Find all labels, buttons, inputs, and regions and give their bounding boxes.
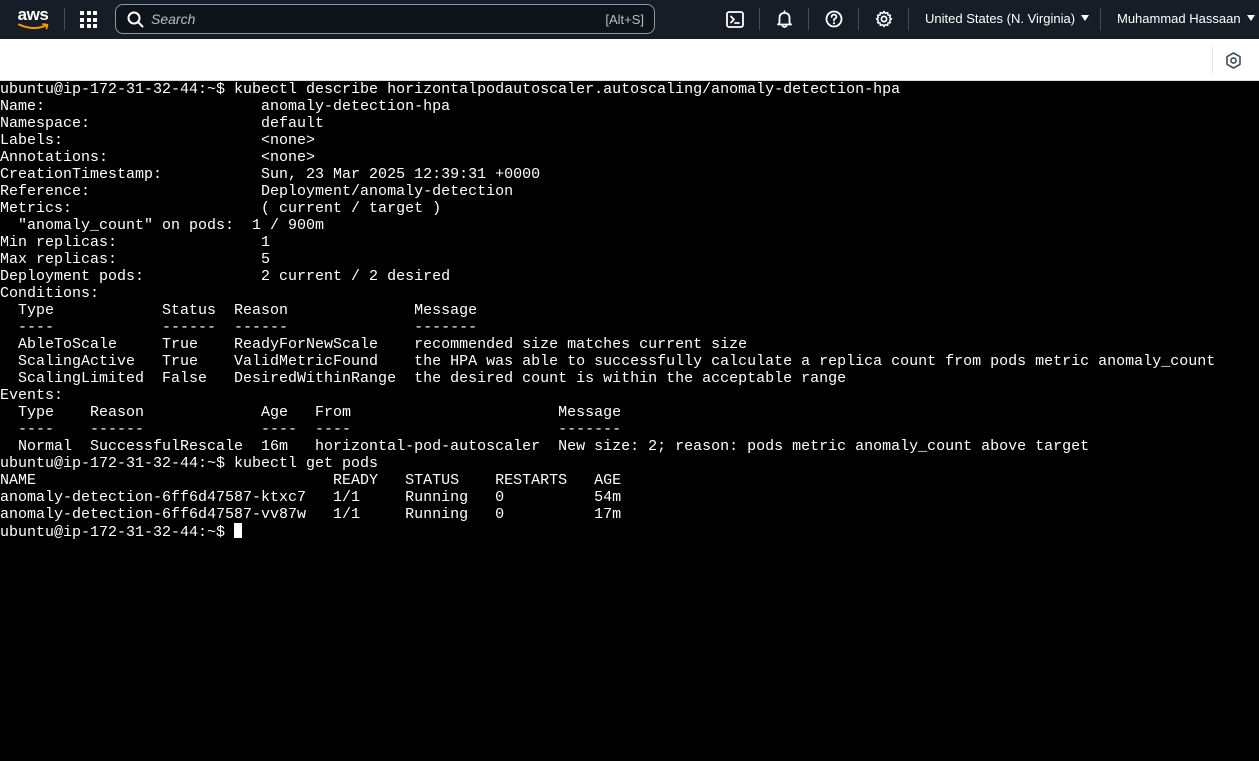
terminal-line: ubuntu@ip-172-31-32-44:~$ kubectl get po…: [0, 455, 379, 472]
chevron-down-icon: [1081, 15, 1090, 21]
gear-icon[interactable]: [874, 9, 894, 29]
region-label: United States (N. Virginia): [925, 11, 1076, 26]
aws-smile-icon: [18, 23, 49, 30]
terminal-line: ---- ------ ---- ---- -------: [0, 421, 622, 438]
region-selector[interactable]: United States (N. Virginia): [925, 11, 1090, 26]
terminal-line: Metrics: ( current / target ): [0, 200, 442, 217]
toolbar-divider: [1212, 47, 1213, 73]
search-shortcut-hint: [Alt+S]: [605, 11, 644, 27]
terminal-cursor: [234, 523, 243, 538]
terminal-line: ubuntu@ip-172-31-32-44:~$ kubectl descri…: [0, 81, 901, 98]
terminal-prompt-line[interactable]: ubuntu@ip-172-31-32-44:~$: [0, 523, 1259, 540]
nav-divider: [858, 8, 859, 30]
nav-divider: [808, 8, 809, 30]
search-icon: [127, 11, 144, 27]
nav-divider: [908, 8, 909, 30]
terminal-output[interactable]: ubuntu@ip-172-31-32-44:~$ kubectl descri…: [0, 81, 1259, 761]
terminal-line: Name: anomaly-detection-hpa: [0, 98, 451, 115]
terminal-line: ScalingActive True ValidMetricFound the …: [0, 353, 1216, 370]
cloudshell-icon[interactable]: [725, 9, 745, 29]
nav-divider: [64, 8, 65, 30]
services-grid-icon[interactable]: [80, 11, 97, 28]
aws-logo-text: aws: [17, 5, 49, 24]
terminal-line: Max replicas: 5: [0, 251, 271, 268]
terminal-line: anomaly-detection-6ff6d47587-ktxc7 1/1 R…: [0, 489, 622, 506]
cloudshell-panel-icon[interactable]: [1225, 52, 1242, 69]
terminal-line: Min replicas: 1: [0, 234, 271, 251]
aws-top-navigation: aws [Alt+S]: [0, 0, 1259, 39]
bell-icon[interactable]: [774, 9, 794, 29]
terminal-line: Namespace: default: [0, 115, 325, 132]
terminal-line: Labels: <none>: [0, 132, 316, 149]
terminal-line: CreationTimestamp: Sun, 23 Mar 2025 12:3…: [0, 166, 541, 183]
cloudshell-toolbar: [0, 39, 1259, 81]
terminal-line: Normal SuccessfulRescale 16m horizontal-…: [0, 438, 1090, 455]
chevron-down-icon: [1246, 15, 1255, 21]
terminal-line: Conditions:: [0, 285, 100, 302]
terminal-line: Type Reason Age From Message: [0, 404, 622, 421]
user-name: Muhammad Hassaan: [1117, 11, 1241, 26]
terminal-line: Events:: [0, 387, 64, 404]
search-input[interactable]: [151, 7, 606, 31]
nav-divider: [1100, 8, 1101, 30]
terminal-line: Reference: Deployment/anomaly-detection: [0, 183, 514, 200]
terminal-line: ScalingLimited False DesiredWithinRange …: [0, 370, 847, 387]
account-menu[interactable]: Muhammad Hassaan: [1117, 11, 1255, 26]
help-icon[interactable]: [824, 9, 844, 29]
terminal-line: "anomaly_count" on pods: 1 / 900m: [0, 217, 325, 234]
nav-divider: [759, 8, 760, 30]
terminal-line: Annotations: <none>: [0, 149, 316, 166]
search-bar[interactable]: [Alt+S]: [115, 4, 655, 34]
terminal-line: NAME READY STATUS RESTARTS AGE: [0, 472, 622, 489]
terminal-prompt: ubuntu@ip-172-31-32-44:~$: [0, 524, 235, 540]
terminal-line: anomaly-detection-6ff6d47587-vv87w 1/1 R…: [0, 506, 622, 523]
terminal-line: Type Status Reason Message: [0, 302, 478, 319]
terminal-line: AbleToScale True ReadyForNewScale recomm…: [0, 336, 748, 353]
aws-logo[interactable]: aws: [16, 6, 50, 32]
terminal-line: Deployment pods: 2 current / 2 desired: [0, 268, 451, 285]
terminal-line: ---- ------ ------ -------: [0, 319, 478, 336]
